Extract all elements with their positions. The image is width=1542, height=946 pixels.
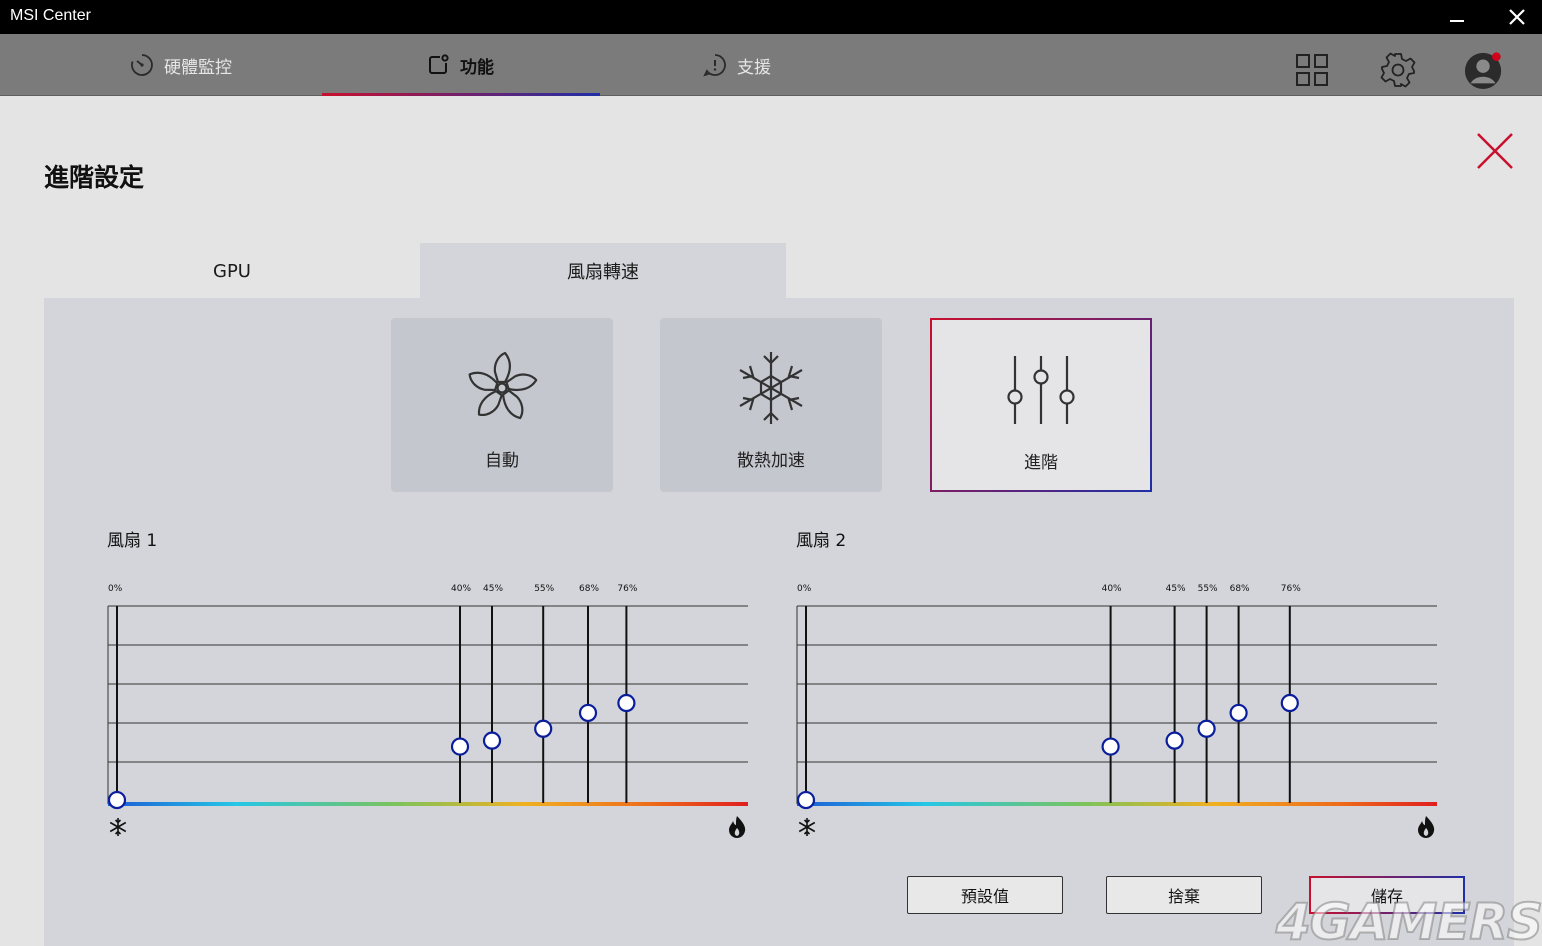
fan-1-curve-svg: 0% 40% 45% 55% 68% 76%: [107, 584, 748, 838]
page-title: 進階設定: [44, 163, 145, 192]
app-title: MSI Center: [10, 7, 91, 24]
curve-point-handle[interactable]: [107, 790, 127, 810]
apps-grid-button[interactable]: [1292, 50, 1332, 90]
curve-point-label: 40%: [1102, 584, 1122, 594]
curve-point-handle[interactable]: [796, 790, 816, 810]
active-tab-indicator: [322, 93, 600, 96]
curve-point-label: 76%: [1281, 584, 1301, 594]
curve-point-label: 76%: [617, 584, 637, 594]
close-settings-button[interactable]: [1474, 130, 1516, 172]
hot-flame-icon: [729, 816, 746, 838]
tab-fan-speed[interactable]: 風扇轉速: [420, 243, 786, 299]
discard-button[interactable]: 捨棄: [1106, 876, 1262, 914]
curve-point-handle[interactable]: [578, 703, 598, 723]
curve-point-handle[interactable]: [1165, 731, 1184, 750]
fan-2-title: 風扇 2: [796, 531, 847, 551]
cold-snowflake-icon: [109, 818, 127, 836]
curve-point-label: 0%: [108, 584, 123, 594]
title-bar: MSI Center: [0, 0, 1542, 34]
curve-point-label: 45%: [483, 584, 503, 594]
temperature-gradient-bar: [108, 802, 748, 806]
minimize-icon: [1450, 20, 1464, 22]
curve-point-handle[interactable]: [1197, 719, 1216, 738]
curve-point-handle[interactable]: [1280, 693, 1299, 713]
curve-point-handle[interactable]: [450, 737, 470, 756]
tab-label: 風扇轉速: [567, 262, 639, 283]
nav-tab-features[interactable]: 功能: [426, 34, 494, 96]
curve-point-label: 68%: [1230, 584, 1250, 594]
tab-label: GPU: [213, 260, 251, 282]
grid-icon: [1296, 54, 1328, 86]
nav-tab-support[interactable]: 支援: [703, 34, 771, 96]
curve-point-handle[interactable]: [1101, 737, 1120, 756]
hot-flame-icon: [1418, 816, 1435, 838]
mode-label: 進階: [1024, 453, 1058, 473]
snowflake-icon: [739, 352, 803, 424]
window-close-button[interactable]: [1494, 0, 1540, 34]
fan-2-curve-svg: 0% 40% 45% 55% 68% 76%: [796, 584, 1437, 838]
curve-point-handle[interactable]: [482, 731, 502, 750]
fan-icon: [465, 351, 539, 423]
fan-2-curve-chart[interactable]: 0% 40% 45% 55% 68% 76%: [795, 575, 1439, 845]
curve-point-label: 68%: [579, 584, 599, 594]
nav-tab-label: 支援: [737, 57, 771, 78]
close-icon: [1477, 133, 1513, 169]
default-button[interactable]: 預設值: [907, 876, 1063, 914]
minimize-button[interactable]: [1434, 0, 1480, 34]
mode-card-advanced[interactable]: 進階: [930, 318, 1152, 492]
curve-point-handle[interactable]: [534, 719, 553, 738]
gear-icon: [1380, 52, 1416, 88]
fan-1-title: 風扇 1: [107, 531, 158, 551]
feature-icon: [429, 54, 449, 74]
avatar: [1464, 52, 1502, 90]
curve-point-handle[interactable]: [617, 693, 636, 713]
nav-tab-label: 功能: [460, 57, 494, 78]
mode-label: 散熱加速: [737, 451, 805, 471]
user-avatar-button[interactable]: [1464, 50, 1504, 90]
gauge-icon: [131, 54, 153, 76]
settings-button[interactable]: [1378, 50, 1418, 90]
curve-point-label: 55%: [534, 584, 554, 594]
watermark: 4GAMERS: [1275, 892, 1542, 946]
mode-card-auto[interactable]: 自動: [391, 318, 613, 492]
nav-tab-hardware-monitor[interactable]: 硬體監控: [130, 34, 232, 96]
curve-point-handle[interactable]: [1229, 703, 1248, 723]
tab-gpu[interactable]: GPU: [44, 243, 420, 299]
curve-point-label: 0%: [797, 584, 812, 594]
close-icon: [1509, 9, 1525, 25]
cold-snowflake-icon: [798, 818, 816, 836]
curve-point-label: 40%: [451, 584, 471, 594]
sliders-icon: [1007, 356, 1075, 424]
temperature-gradient-bar: [797, 802, 1437, 806]
mode-label: 自動: [485, 451, 519, 471]
curve-point-label: 55%: [1198, 584, 1218, 594]
curve-point-label: 45%: [1166, 584, 1186, 594]
nav-tab-label: 硬體監控: [164, 57, 232, 78]
support-icon: [703, 54, 726, 77]
fan-1-curve-chart[interactable]: 0% 40% 45% 55% 68% 76%: [106, 575, 750, 845]
mode-card-cooler-boost[interactable]: 散熱加速: [660, 318, 882, 492]
